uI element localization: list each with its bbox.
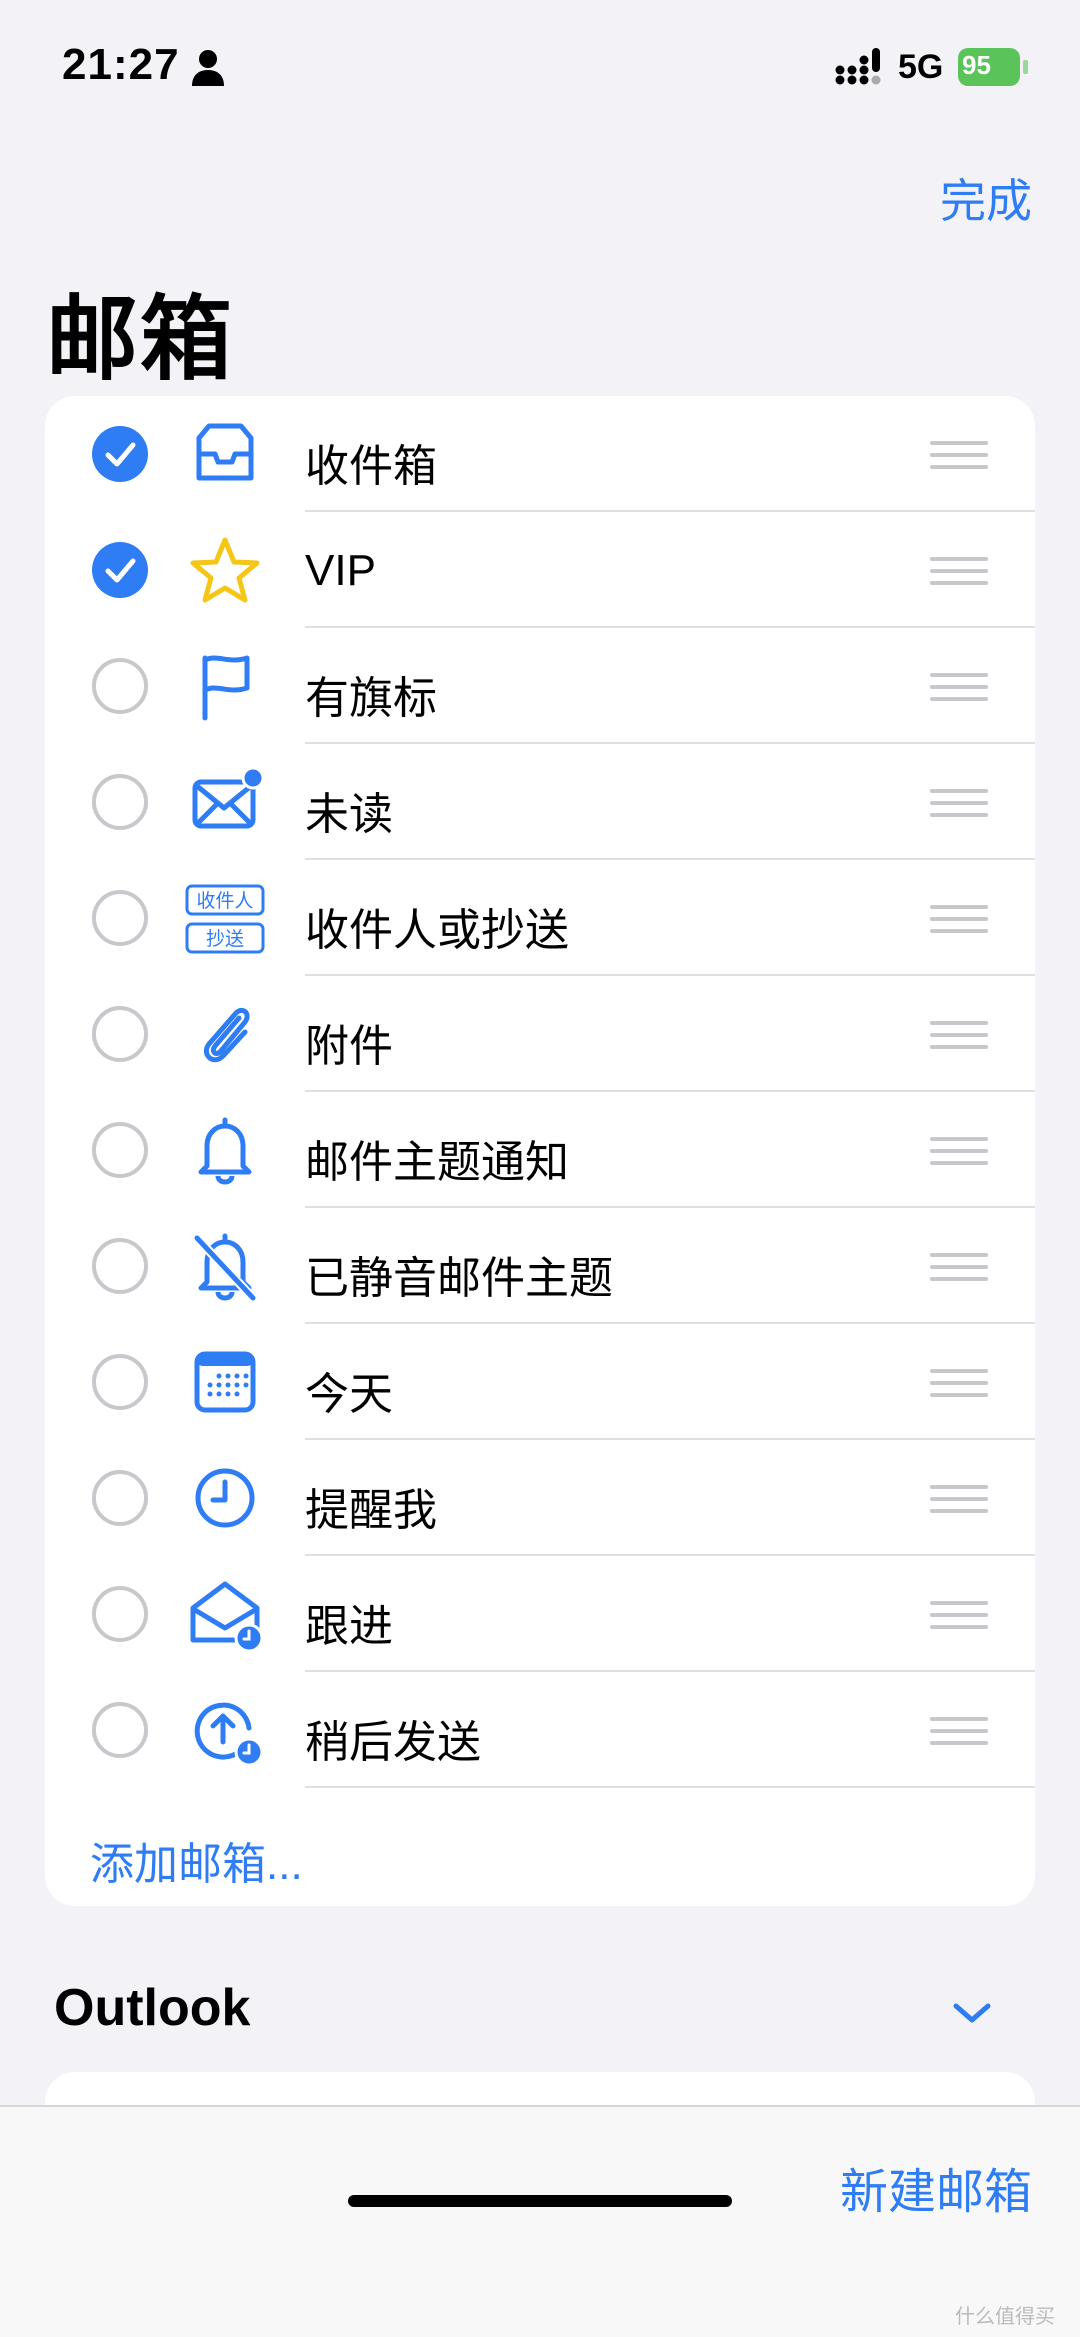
checkbox-unchecked[interactable] (92, 1586, 148, 1642)
mailbox-label: 收件人或抄送 (305, 906, 569, 955)
row-separator (305, 1786, 1035, 1788)
chevron-down-icon[interactable] (950, 1998, 994, 2028)
drag-handle-icon[interactable] (930, 787, 988, 819)
svg-text:抄送: 抄送 (206, 928, 244, 950)
mailbox-row-remind-me[interactable]: 提醒我 (45, 1440, 1035, 1556)
checkbox-unchecked[interactable] (92, 774, 148, 830)
mailbox-row-follow-up[interactable]: 跟进 (45, 1556, 1035, 1672)
bell-icon (198, 1117, 252, 1185)
checkbox-checked[interactable] (92, 542, 148, 598)
mailbox-row-to-cc[interactable]: 收件人 抄送 收件人或抄送 (45, 860, 1035, 976)
drag-handle-icon[interactable] (930, 1251, 988, 1283)
checkbox-unchecked[interactable] (92, 1470, 148, 1526)
mailbox-label: 提醒我 (305, 1486, 437, 1535)
mailbox-label: 有旗标 (305, 674, 437, 723)
add-mailbox-link[interactable]: 添加邮箱... (90, 1828, 303, 1892)
mailbox-row-attachments[interactable]: 附件 (45, 976, 1035, 1092)
mailbox-row-send-later[interactable]: 稍后发送 (45, 1672, 1035, 1788)
send-later-icon (194, 1702, 264, 1767)
watermark: 什么值得买 (955, 2306, 1055, 2328)
drag-handle-icon[interactable] (930, 555, 988, 587)
flag-icon (202, 655, 250, 721)
drag-handle-icon[interactable] (930, 671, 988, 703)
calendar-icon (194, 1351, 256, 1413)
cellular-signal-icon (835, 48, 881, 85)
mailbox-label: 收件箱 (305, 442, 437, 491)
mailbox-row-unread[interactable]: 未读 (45, 744, 1035, 860)
mailbox-edit-screen: 21:27 5G 95 完成 邮箱 收件箱 VIP 有旗标 未读 收件人 抄送 … (0, 0, 1080, 2337)
person-icon (192, 50, 224, 86)
paperclip-icon (203, 1007, 250, 1063)
battery-level: 95 (962, 50, 991, 80)
svg-text:收件人: 收件人 (196, 890, 253, 912)
checkbox-unchecked[interactable] (92, 658, 148, 714)
drag-handle-icon[interactable] (930, 1483, 988, 1515)
page-title: 邮箱 (46, 289, 235, 391)
envelope-clock-icon (190, 1581, 264, 1652)
bottom-toolbar: 新建邮箱 (0, 2105, 1080, 2337)
mailbox-row-today[interactable]: 今天 (45, 1324, 1035, 1440)
drag-handle-icon[interactable] (930, 1019, 988, 1051)
network-type: 5G (898, 48, 944, 86)
checkbox-unchecked[interactable] (92, 1122, 148, 1178)
status-bar: 21:27 5G 95 (0, 0, 1080, 130)
to-cc-icon: 收件人 抄送 (185, 884, 265, 954)
mailbox-label: 未读 (305, 790, 393, 839)
drag-handle-icon[interactable] (930, 1367, 988, 1399)
home-indicator[interactable] (348, 2195, 732, 2207)
status-time: 21:27 (62, 40, 180, 89)
checkbox-unchecked[interactable] (92, 1702, 148, 1758)
clock-icon (195, 1468, 255, 1528)
unread-envelope-icon (192, 766, 265, 829)
mailbox-row-flagged[interactable]: 有旗标 (45, 628, 1035, 744)
mailbox-label: 已静音邮件主题 (305, 1254, 613, 1303)
mailbox-label: 跟进 (305, 1602, 393, 1651)
new-mailbox-button[interactable]: 新建邮箱 (840, 2152, 1032, 2222)
bell-slash-icon (193, 1233, 257, 1302)
checkmark-icon (105, 442, 136, 467)
star-icon (190, 537, 260, 603)
mailbox-row-muted-threads[interactable]: 已静音邮件主题 (45, 1208, 1035, 1324)
account-section-title: Outlook (54, 1979, 251, 2037)
checkbox-unchecked[interactable] (92, 1006, 148, 1062)
drag-handle-icon[interactable] (930, 1135, 988, 1167)
mailbox-label: 邮件主题通知 (305, 1138, 569, 1187)
checkbox-unchecked[interactable] (92, 1238, 148, 1294)
drag-handle-icon[interactable] (930, 903, 988, 935)
mailbox-label: VIP (305, 546, 376, 595)
checkmark-icon (105, 558, 136, 583)
mailbox-label: 附件 (305, 1022, 393, 1071)
done-button[interactable]: 完成 (940, 165, 1032, 231)
inbox-icon (196, 423, 254, 481)
checkbox-checked[interactable] (92, 426, 148, 482)
mailbox-label: 今天 (305, 1370, 393, 1419)
mailbox-row-thread-notifications[interactable]: 邮件主题通知 (45, 1092, 1035, 1208)
checkbox-unchecked[interactable] (92, 1354, 148, 1410)
mailbox-list: 收件箱 VIP 有旗标 未读 收件人 抄送 收件人或抄送 附件 邮件主题通知 已… (45, 396, 1035, 1906)
battery-icon: 95 (958, 48, 1028, 86)
mailbox-row-inbox[interactable]: 收件箱 (45, 396, 1035, 512)
drag-handle-icon[interactable] (930, 1599, 988, 1631)
drag-handle-icon[interactable] (930, 439, 988, 471)
drag-handle-icon[interactable] (930, 1715, 988, 1747)
mailbox-row-vip[interactable]: VIP (45, 512, 1035, 628)
checkbox-unchecked[interactable] (92, 890, 148, 946)
mailbox-label: 稍后发送 (305, 1718, 481, 1767)
